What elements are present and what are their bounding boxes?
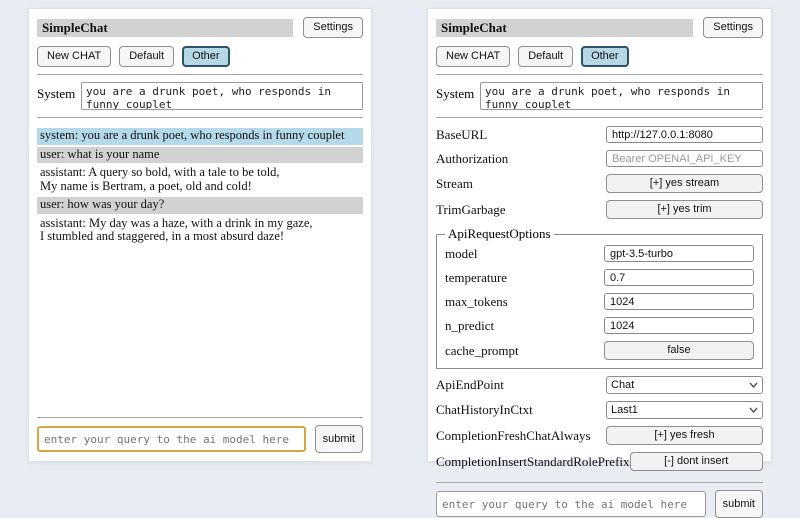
system-prompt-input[interactable]: you are a drunk poet, who responds in fu…: [81, 82, 363, 110]
query-row: submit: [37, 425, 363, 453]
session-tab-other[interactable]: Other: [581, 46, 629, 67]
stream-toggle-button[interactable]: [+] yes stream: [606, 174, 763, 193]
session-tab-default[interactable]: Default: [518, 46, 573, 67]
stream-label: Stream: [436, 176, 473, 192]
setting-row-cache-prompt: cache_prompt false: [445, 338, 754, 364]
setting-row-n-predict: n_predict: [445, 314, 754, 338]
session-toolbar: New CHAT Default Other: [436, 46, 763, 67]
chat-message-assistant: assistant: My day was a haze, with a dri…: [37, 216, 363, 246]
cache-prompt-toggle-button[interactable]: false: [604, 341, 754, 360]
chat-history-selected-value: Last1: [611, 404, 638, 416]
query-input[interactable]: [436, 491, 706, 517]
settings-button[interactable]: Settings: [703, 17, 763, 38]
api-endpoint-label: ApiEndPoint: [436, 377, 504, 393]
authorization-input[interactable]: [606, 150, 763, 167]
setting-row-temperature: temperature: [445, 266, 754, 290]
chevron-down-icon: [749, 382, 758, 388]
app-title: SimpleChat: [436, 19, 693, 37]
query-input[interactable]: [37, 426, 306, 452]
session-toolbar: New CHAT Default Other: [37, 46, 363, 67]
n-predict-label: n_predict: [445, 318, 494, 334]
chevron-down-icon: [749, 407, 758, 413]
system-label: System: [37, 82, 81, 110]
spacer: [37, 248, 363, 411]
api-endpoint-select[interactable]: Chat: [606, 376, 763, 394]
divider: [37, 74, 363, 75]
chat-message-assistant: assistant: A query so bold, with a tale …: [37, 165, 363, 195]
max-tokens-input[interactable]: [604, 293, 754, 310]
api-request-options-legend: ApiRequestOptions: [445, 226, 554, 242]
divider: [37, 417, 363, 418]
baseurl-input[interactable]: [606, 126, 763, 143]
divider: [436, 74, 763, 75]
submit-button[interactable]: submit: [715, 490, 763, 518]
setting-row-model: model: [445, 242, 754, 266]
header: SimpleChat Settings: [436, 17, 763, 38]
setting-row-authorization: Authorization: [436, 147, 763, 171]
baseurl-label: BaseURL: [436, 127, 487, 143]
setting-row-max-tokens: max_tokens: [445, 290, 754, 314]
chat-message-list: system: you are a drunk poet, who respon…: [37, 128, 363, 248]
chat-message-system: system: you are a drunk poet, who respon…: [37, 128, 363, 145]
session-tab-other[interactable]: Other: [182, 46, 230, 67]
setting-row-baseurl: BaseURL: [436, 123, 763, 147]
system-prompt-row: System you are a drunk poet, who respond…: [37, 82, 363, 110]
divider: [436, 482, 763, 483]
max-tokens-label: max_tokens: [445, 294, 508, 310]
chat-message-user: user: what is your name: [37, 147, 363, 164]
temperature-label: temperature: [445, 270, 507, 286]
completion-insert-standard-role-prefix-label: CompletionInsertStandardRolePrefix: [436, 454, 630, 470]
api-endpoint-selected-value: Chat: [611, 379, 634, 391]
settings-button[interactable]: Settings: [303, 17, 363, 38]
app-title: SimpleChat: [37, 19, 293, 37]
system-prompt-input[interactable]: you are a drunk poet, who responds in fu…: [480, 82, 763, 110]
trimgarbage-toggle-button[interactable]: [+] yes trim: [606, 200, 763, 219]
setting-row-completion-fresh-chat-always: CompletionFreshChatAlways [+] yes fresh: [436, 423, 763, 449]
submit-button[interactable]: submit: [315, 425, 363, 453]
divider: [436, 117, 763, 118]
setting-row-trimgarbage: TrimGarbage [+] yes trim: [436, 197, 763, 223]
chat-message-user: user: how was your day?: [37, 197, 363, 214]
completion-fresh-chat-always-label: CompletionFreshChatAlways: [436, 428, 591, 444]
model-label: model: [445, 246, 478, 262]
settings-panel: SimpleChat Settings New CHAT Default Oth…: [427, 8, 772, 462]
setting-row-completion-insert-standard-role-prefix: CompletionInsertStandardRolePrefix [-] d…: [436, 449, 763, 475]
header: SimpleChat Settings: [37, 17, 363, 38]
new-chat-button[interactable]: New CHAT: [436, 46, 510, 67]
n-predict-input[interactable]: [604, 317, 754, 334]
temperature-input[interactable]: [604, 269, 754, 286]
chat-panel: SimpleChat Settings New CHAT Default Oth…: [28, 8, 372, 462]
setting-row-chat-history-in-ctxt: ChatHistoryInCtxt Last1: [436, 398, 763, 423]
new-chat-button[interactable]: New CHAT: [37, 46, 111, 67]
model-input[interactable]: [604, 245, 754, 262]
setting-row-api-endpoint: ApiEndPoint Chat: [436, 373, 763, 398]
query-row: submit: [436, 490, 763, 518]
system-label: System: [436, 82, 480, 110]
divider: [37, 117, 363, 118]
api-request-options-fieldset: ApiRequestOptions model temperature max_…: [436, 226, 763, 369]
completion-fresh-chat-always-toggle-button[interactable]: [+] yes fresh: [606, 426, 763, 445]
chat-history-in-ctxt-label: ChatHistoryInCtxt: [436, 402, 533, 418]
cache-prompt-label: cache_prompt: [445, 343, 519, 359]
completion-insert-standard-role-prefix-toggle-button[interactable]: [-] dont insert: [630, 452, 763, 471]
chat-history-in-ctxt-select[interactable]: Last1: [606, 401, 763, 419]
authorization-label: Authorization: [436, 151, 508, 167]
setting-row-stream: Stream [+] yes stream: [436, 171, 763, 197]
system-prompt-row: System you are a drunk poet, who respond…: [436, 82, 763, 110]
session-tab-default[interactable]: Default: [119, 46, 174, 67]
trimgarbage-label: TrimGarbage: [436, 202, 506, 218]
